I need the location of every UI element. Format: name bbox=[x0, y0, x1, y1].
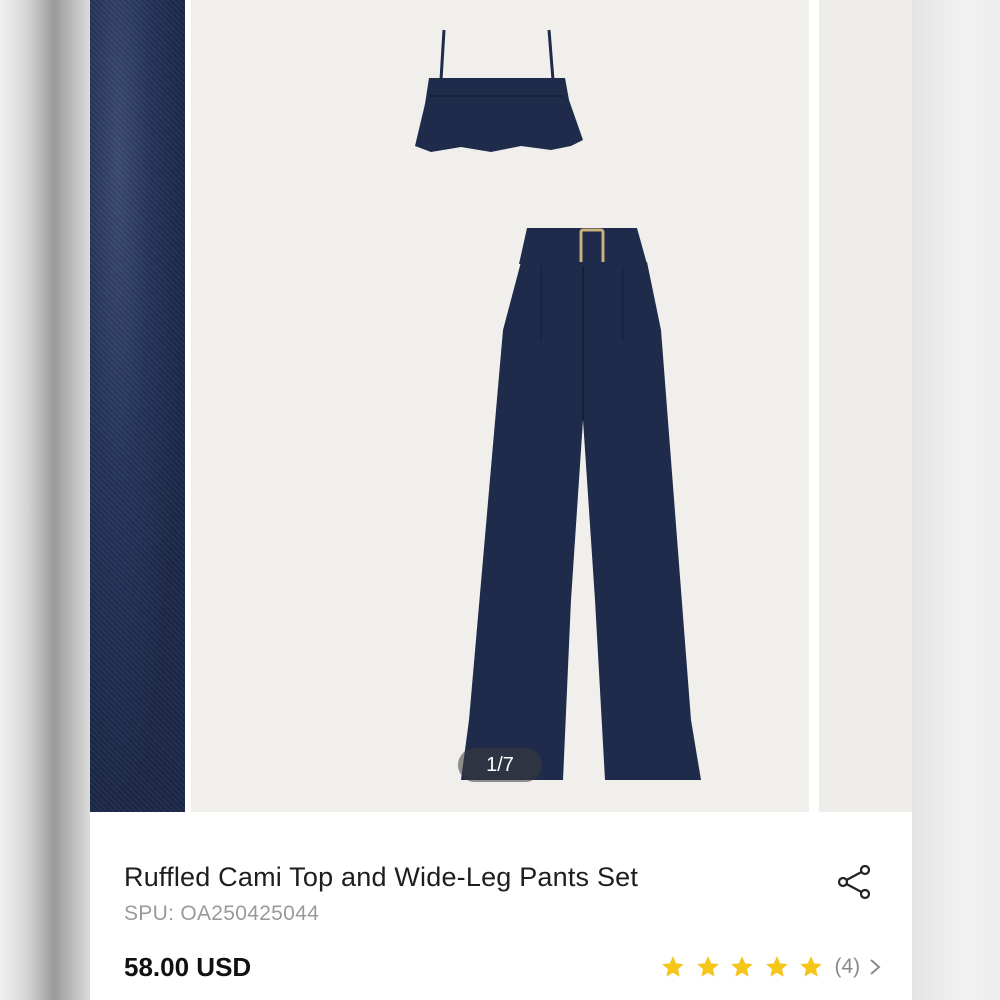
carousel-slide-previous[interactable] bbox=[90, 0, 185, 812]
carousel-slide-next[interactable] bbox=[819, 0, 912, 812]
product-spu: SPU: OA250425044 bbox=[124, 902, 320, 925]
product-price: 58.00 USD bbox=[124, 952, 252, 982]
background-blur-right bbox=[912, 0, 1000, 1000]
carousel-counter: 1/7 bbox=[458, 748, 542, 782]
review-count: (4) bbox=[834, 955, 861, 978]
chevron-right-icon bbox=[870, 959, 881, 975]
star-icon bbox=[800, 956, 822, 977]
product-info: Ruffled Cami Top and Wide-Leg Pants Set … bbox=[90, 812, 912, 1000]
background-blur-left bbox=[0, 0, 90, 1000]
image-carousel[interactable]: 1/7 bbox=[90, 0, 912, 812]
star-icon bbox=[765, 956, 788, 977]
product-title: Ruffled Cami Top and Wide-Leg Pants Set bbox=[124, 862, 639, 892]
product-image bbox=[415, 29, 701, 780]
share-icon bbox=[837, 864, 871, 900]
share-button[interactable] bbox=[834, 862, 874, 902]
rating-summary[interactable]: (4) bbox=[660, 952, 882, 982]
carousel-slide-current[interactable] bbox=[191, 0, 809, 812]
star-icon bbox=[662, 956, 684, 977]
product-page: 1/7 Ruffled Cami Top and Wide-Leg Pants … bbox=[90, 0, 912, 1000]
star-icon bbox=[731, 956, 753, 977]
star-icon bbox=[696, 956, 719, 977]
